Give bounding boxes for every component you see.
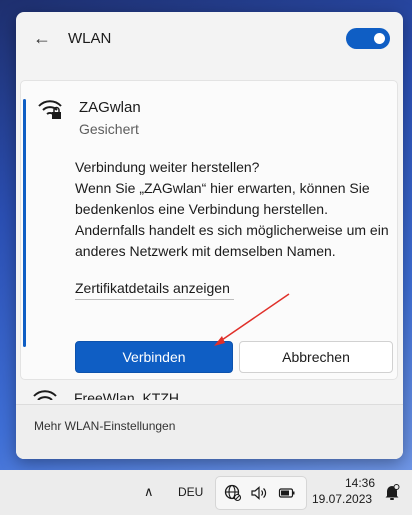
next-network-name: FreeWlan_KTZH: [74, 390, 180, 400]
connect-button[interactable]: Verbinden: [75, 341, 233, 373]
flyout-footer: Mehr WLAN-Einstellungen: [16, 404, 403, 459]
clock-time[interactable]: 14:36: [343, 476, 375, 490]
certificate-details-link[interactable]: Zertifikatdetails anzeigen: [75, 278, 234, 300]
flyout-title: WLAN: [68, 30, 112, 47]
more-wlan-settings-link[interactable]: Mehr WLAN-Einstellungen: [34, 419, 175, 433]
back-arrow-icon[interactable]: ←: [30, 26, 54, 50]
system-tray-quick-settings[interactable]: [215, 476, 307, 510]
chevron-up-icon[interactable]: ∧: [144, 484, 154, 500]
cancel-button[interactable]: Abbrechen: [239, 341, 393, 373]
network-name: ZAGwlan: [79, 99, 141, 116]
globe-network-icon: [224, 484, 242, 502]
list-item-next-network[interactable]: FreeWlan_KTZH: [32, 386, 392, 400]
toggle-knob: [374, 33, 385, 44]
battery-icon: [278, 488, 295, 498]
connection-explanation: Wenn Sie „ZAGwlan“ hier erwarten, können…: [75, 180, 389, 259]
flyout-header: ← WLAN: [16, 12, 403, 68]
network-status: Gesichert: [79, 121, 139, 137]
connection-message: Verbindung weiter herstellen? Wenn Sie „…: [75, 157, 390, 262]
speaker-icon: [251, 486, 267, 500]
wlan-toggle[interactable]: [346, 28, 390, 49]
wifi-secured-icon: [38, 100, 62, 119]
connection-question: Verbindung weiter herstellen?: [75, 159, 260, 175]
wifi-icon: [33, 390, 57, 400]
notification-bell-icon[interactable]: [384, 483, 400, 501]
wlan-flyout: ← WLAN ZAGwlan Gesichert Verbindung weit…: [16, 12, 403, 459]
network-card: ZAGwlan Gesichert Verbindung weiter hers…: [20, 80, 398, 380]
selection-accent-bar: [23, 99, 26, 347]
language-indicator[interactable]: DEU: [178, 485, 203, 499]
clock-date[interactable]: 19.07.2023: [312, 492, 372, 506]
taskbar: ∧ DEU 14:36 19.07.2023: [0, 470, 412, 515]
